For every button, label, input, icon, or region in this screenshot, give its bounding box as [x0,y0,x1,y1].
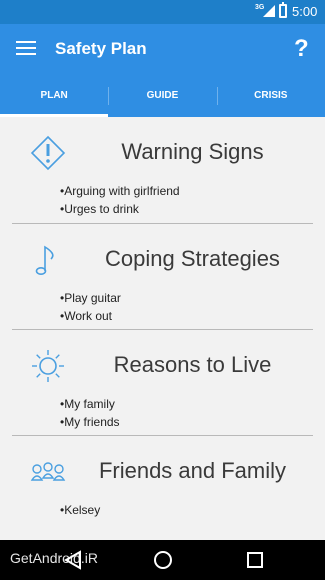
app-title: Safety Plan [55,39,147,58]
section-coping-strategies[interactable]: Coping Strategies Play guitar Work out [12,223,313,329]
section-title: Reasons to Live [113,352,272,377]
tab-divider [217,87,218,105]
status-time: 5:00 [292,4,318,19]
list-item: Urges to drink [60,201,180,219]
list-item: Arguing with girlfriend [60,183,179,201]
tab-divider [108,87,109,105]
section-friends-and-family[interactable]: Friends and Family Kelsey [12,435,313,540]
status-bar: 3G 5:00 [0,0,325,24]
section-title: Coping Strategies [105,246,280,271]
section-warning-signs[interactable]: Warning Signs Arguing with girlfriend Ur… [12,117,313,223]
tab-bar: PLAN GUIDE CRISIS [0,74,325,117]
item-list: Play guitar Work out [60,290,121,325]
menu-icon[interactable] [16,41,36,57]
recents-icon[interactable] [246,550,264,570]
tab-crisis[interactable]: CRISIS [217,74,325,117]
tab-plan[interactable]: PLAN [0,74,109,117]
list-item: Play guitar [60,290,121,308]
section-title: Friends and Family [98,458,287,483]
battery-icon [279,2,287,18]
item-list: Arguing with girlfriend Urges to drink [60,183,180,219]
watermark: GetAndroid.iR [10,550,98,566]
list-item: My friends [60,414,119,432]
item-list: Kelsey [60,502,100,520]
item-list: My family My friends [60,396,120,432]
section-reasons-to-live[interactable]: Reasons to Live My family My friends [12,329,313,435]
app-bar: Safety Plan ? [0,24,325,74]
list-item: My family [60,396,120,414]
help-icon[interactable]: ? [294,35,309,63]
section-title: Warning Signs [121,139,264,164]
list-item: Work out [60,308,121,326]
plan-content: Warning Signs Arguing with girlfriend Ur… [0,117,325,540]
people-icon [30,462,66,481]
warning-diamond-icon [30,135,66,171]
sun-icon [32,350,64,382]
home-icon[interactable] [153,550,173,570]
tab-guide[interactable]: GUIDE [108,74,216,117]
music-note-icon [35,245,54,275]
list-item: Kelsey [60,502,100,520]
signal-icon [263,5,275,17]
